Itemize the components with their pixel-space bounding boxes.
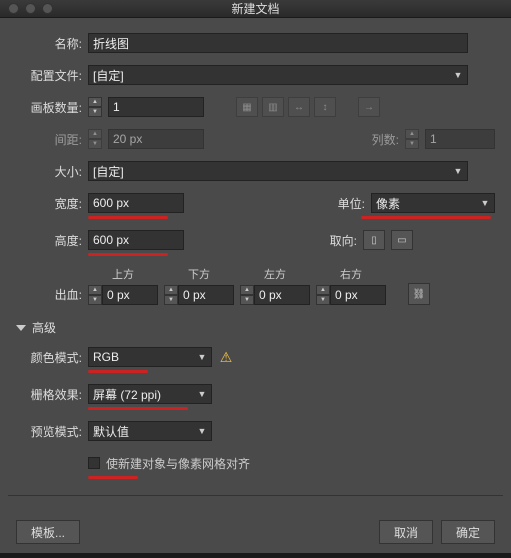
advanced-section[interactable]: 高级	[16, 319, 495, 336]
chevron-down-icon: ▼	[195, 424, 209, 438]
columns-input	[425, 129, 495, 149]
raster-select[interactable]: 屏幕 (72 ppi) ▼	[88, 384, 212, 404]
bleed-left-hdr: 左方	[240, 266, 310, 282]
arrange-grid-row-icon[interactable]: ▦	[236, 97, 258, 117]
size-label: 大小:	[16, 163, 82, 180]
bleed-right-hdr: 右方	[316, 266, 386, 282]
template-button[interactable]: 模板...	[16, 520, 80, 544]
bleed-bottom-spinner[interactable]: ▲▼	[164, 285, 178, 305]
width-label: 宽度:	[16, 195, 82, 212]
divider	[8, 495, 503, 496]
dialog-title: 新建文档	[231, 0, 279, 17]
spacing-spinner: ▲▼	[88, 129, 102, 149]
spacing-input	[108, 129, 204, 149]
orient-portrait-icon[interactable]: ▯	[363, 230, 385, 250]
profile-select[interactable]: [自定] ▼	[88, 65, 468, 85]
close-icon[interactable]	[8, 3, 19, 14]
triangle-down-icon	[16, 325, 26, 331]
raster-value: 屏幕 (72 ppi)	[93, 386, 161, 403]
bleed-left-input[interactable]	[254, 285, 310, 305]
cancel-button[interactable]: 取消	[379, 520, 433, 544]
new-document-dialog: 新建文档 名称: 配置文件: [自定] ▼ 画板数量: ▲▼ ▦ ▥ ↔	[0, 0, 511, 553]
ok-button[interactable]: 确定	[441, 520, 495, 544]
artboards-input[interactable]	[108, 97, 204, 117]
arrow-right-icon[interactable]: →	[358, 97, 380, 117]
warning-icon: ⚠	[218, 349, 234, 365]
window-controls	[8, 3, 53, 14]
arrange-grid-col-icon[interactable]: ▥	[262, 97, 284, 117]
chevron-down-icon: ▼	[478, 196, 492, 210]
bleed-top-spinner[interactable]: ▲▼	[88, 285, 102, 305]
chevron-down-icon: ▼	[451, 68, 465, 82]
orient-label: 取向:	[319, 232, 357, 249]
units-select[interactable]: 像素 ▼	[371, 193, 495, 213]
bleed-label: 出血:	[16, 286, 82, 303]
arrange-row-icon[interactable]: ↔	[288, 97, 310, 117]
columns-spinner: ▲▼	[405, 129, 419, 149]
bleed-bottom-input[interactable]	[178, 285, 234, 305]
columns-label: 列数:	[361, 131, 399, 148]
spacing-label: 间距:	[16, 131, 82, 148]
align-checkbox[interactable]	[88, 457, 100, 469]
profile-value: [自定]	[93, 67, 124, 84]
raster-label: 栅格效果:	[16, 386, 82, 403]
bleed-top-input[interactable]	[102, 285, 158, 305]
minimize-icon[interactable]	[25, 3, 36, 14]
colormode-select[interactable]: RGB ▼	[88, 347, 212, 367]
bleed-top-hdr: 上方	[88, 266, 158, 282]
footer: 模板... 取消 确定	[0, 510, 511, 558]
link-bleed-icon[interactable]: ⛓	[408, 283, 430, 305]
preview-label: 预览模式:	[16, 423, 82, 440]
height-label: 高度:	[16, 232, 82, 249]
name-input[interactable]	[88, 33, 468, 53]
artboard-arrange-group: ▦ ▥ ↔ ↕	[236, 97, 336, 117]
bleed-right-input[interactable]	[330, 285, 386, 305]
bleed-right-spinner[interactable]: ▲▼	[316, 285, 330, 305]
profile-label: 配置文件:	[16, 67, 82, 84]
name-label: 名称:	[16, 35, 82, 52]
chevron-down-icon: ▼	[451, 164, 465, 178]
zoom-icon[interactable]	[42, 3, 53, 14]
size-select[interactable]: [自定] ▼	[88, 161, 468, 181]
bleed-bottom-hdr: 下方	[164, 266, 234, 282]
bleed-left-spinner[interactable]: ▲▼	[240, 285, 254, 305]
height-input[interactable]	[88, 230, 184, 250]
align-label: 使新建对象与像素网格对齐	[106, 455, 250, 472]
preview-value: 默认值	[93, 423, 129, 440]
colormode-label: 颜色模式:	[16, 349, 82, 366]
artboards-spinner[interactable]: ▲▼	[88, 97, 102, 117]
size-value: [自定]	[93, 163, 124, 180]
advanced-label: 高级	[32, 319, 56, 336]
preview-select[interactable]: 默认值 ▼	[88, 421, 212, 441]
arrange-col-icon[interactable]: ↕	[314, 97, 336, 117]
orient-landscape-icon[interactable]: ▭	[391, 230, 413, 250]
artboards-label: 画板数量:	[16, 99, 82, 116]
width-input[interactable]	[88, 193, 184, 213]
units-value: 像素	[376, 195, 400, 212]
units-label: 单位:	[327, 195, 365, 212]
chevron-down-icon: ▼	[195, 387, 209, 401]
colormode-value: RGB	[93, 350, 119, 364]
titlebar: 新建文档	[0, 0, 511, 18]
chevron-down-icon: ▼	[195, 350, 209, 364]
